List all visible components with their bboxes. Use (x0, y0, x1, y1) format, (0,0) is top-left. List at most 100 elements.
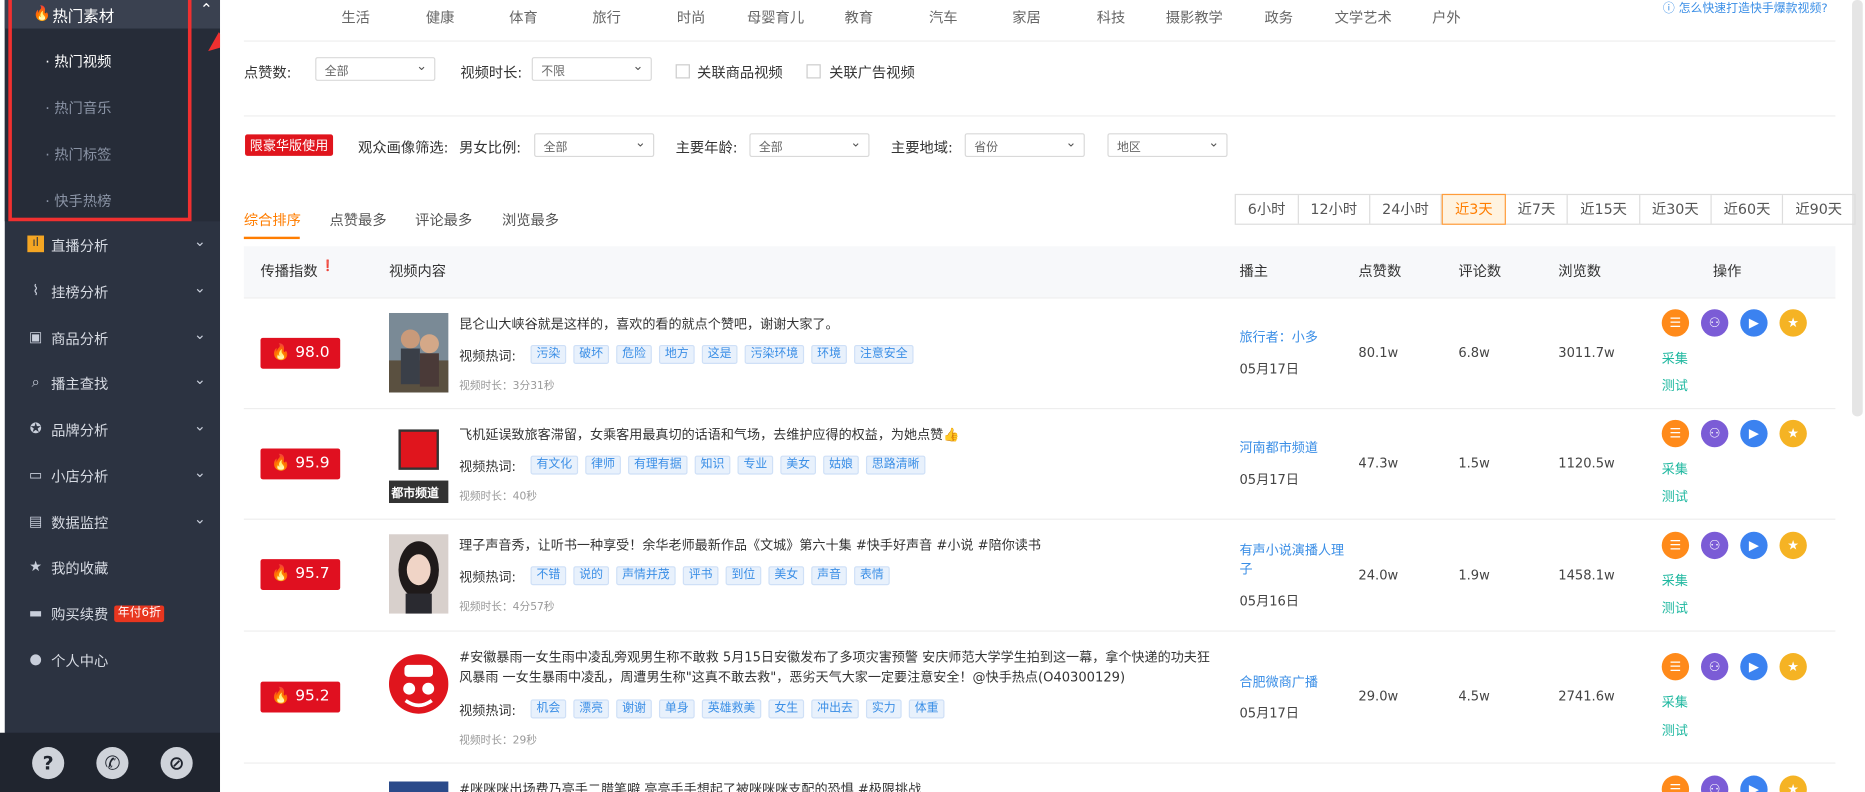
hot-word-tag[interactable]: 漂亮 (573, 699, 610, 719)
detail-icon[interactable]: ☰ (1661, 309, 1690, 337)
likes-select[interactable]: 全部 ⌄ (315, 57, 436, 81)
hot-word-tag[interactable]: 这是 (701, 344, 738, 364)
collect-link[interactable]: 采集 (1662, 349, 1688, 368)
hot-word-tag[interactable]: 冲出去 (811, 699, 859, 719)
sidebar-item-rank[interactable]: ⌇ 挂榜分析 ⌄ (5, 278, 220, 304)
time-tab[interactable]: 近60天 (1712, 195, 1784, 224)
time-tab[interactable]: 近30天 (1640, 195, 1712, 224)
star-icon[interactable]: ★ (1779, 531, 1807, 560)
hot-word-tag[interactable]: 说的 (573, 566, 610, 586)
hot-word-tag[interactable]: 到位 (725, 566, 762, 586)
link-icon[interactable]: ⊘ (160, 747, 193, 780)
collect-link[interactable]: 采集 (1662, 459, 1688, 478)
hot-word-tag[interactable]: 污染 (530, 344, 567, 364)
detail-icon[interactable]: ☰ (1661, 775, 1690, 792)
category-item[interactable]: 摄影教学 (1166, 7, 1223, 27)
collect-link[interactable]: 采集 (1662, 692, 1688, 711)
hot-word-tag[interactable]: 美女 (780, 455, 816, 475)
test-link[interactable]: 测试 (1662, 487, 1688, 506)
category-item[interactable]: 政务 (1264, 7, 1293, 27)
hot-word-tag[interactable]: 声情并茂 (616, 566, 676, 586)
time-tab[interactable]: 近90天 (1783, 195, 1854, 224)
video-thumbnail[interactable] (388, 312, 449, 393)
test-link[interactable]: 测试 (1662, 376, 1688, 395)
hot-word-tag[interactable]: 注意安全 (854, 344, 914, 364)
hot-word-tag[interactable]: 有文化 (530, 455, 579, 475)
category-item[interactable]: 汽车 (929, 7, 958, 27)
video-title[interactable]: #安徽暴雨一女生雨中凌乱旁观男生称不敢救 5月15日安徽发布了多项灾害预警 安庆… (459, 647, 1220, 687)
duration-select[interactable]: 不限 ⌄ (531, 57, 652, 81)
audience-icon[interactable]: ⚇ (1700, 309, 1729, 337)
hot-word-tag[interactable]: 机会 (530, 699, 567, 719)
hot-word-tag[interactable]: 有理有据 (628, 455, 688, 475)
hot-word-tag[interactable]: 污染环境 (744, 344, 805, 364)
category-item[interactable]: 户外 (1432, 7, 1461, 27)
hot-word-tag[interactable]: 美女 (768, 566, 805, 586)
age-select[interactable]: 全部 ⌄ (749, 133, 870, 158)
province-select[interactable]: 省份 ⌄ (964, 133, 1085, 158)
hot-word-tag[interactable]: 思路清晰 (865, 455, 926, 475)
category-item[interactable]: 健康 (426, 7, 455, 27)
ads-checkbox[interactable] (806, 64, 821, 79)
star-icon[interactable]: ★ (1779, 419, 1807, 448)
play-icon[interactable]: ▶ (1740, 653, 1768, 681)
tab-most-likes[interactable]: 点赞最多 (329, 209, 386, 229)
video-thumbnail[interactable]: 都市频道 (388, 423, 449, 504)
detail-icon[interactable]: ☰ (1661, 531, 1690, 560)
video-title[interactable]: #咪咪咪出场费乃亮手二腊笔噼 亮亮手手想起了被咪咪咪支配的恐惧 #极限挑战 (459, 779, 1220, 792)
hot-word-tag[interactable]: 知识 (694, 455, 731, 475)
sidebar-item-shop[interactable]: ▭ 小店分析 ⌄ (5, 463, 220, 489)
hot-word-tag[interactable]: 英雄救美 (701, 699, 762, 719)
hot-word-tag[interactable]: 女生 (768, 699, 805, 719)
collect-link[interactable]: 采集 (1662, 571, 1688, 590)
hot-word-tag[interactable]: 单身 (658, 699, 695, 719)
anchor-name[interactable]: 有声小说演播人理子 (1239, 541, 1346, 579)
play-icon[interactable]: ▶ (1740, 531, 1768, 560)
category-item[interactable]: 时尚 (677, 7, 706, 27)
category-item[interactable]: 文学艺术 (1335, 7, 1392, 27)
category-item[interactable]: 体育 (509, 7, 538, 27)
hot-word-tag[interactable]: 实力 (865, 699, 902, 719)
category-item[interactable]: 家居 (1012, 7, 1041, 27)
hot-word-tag[interactable]: 律师 (585, 455, 621, 475)
sidebar-item-monitor[interactable]: ▤ 数据监控 ⌄ (5, 509, 220, 535)
time-tab[interactable]: 近15天 (1568, 195, 1641, 224)
area-select[interactable]: 地区 ⌄ (1107, 133, 1228, 158)
time-tab-active[interactable]: 近3天 (1441, 193, 1506, 225)
wechat-icon[interactable]: ✆ (96, 747, 129, 780)
play-icon[interactable]: ▶ (1740, 419, 1768, 448)
star-icon[interactable]: ★ (1779, 653, 1807, 681)
time-tab[interactable]: 近7天 (1506, 195, 1569, 224)
test-link[interactable]: 测试 (1662, 721, 1688, 740)
hot-word-tag[interactable]: 表情 (854, 566, 890, 586)
time-tab[interactable]: 6小时 (1236, 195, 1299, 224)
audience-icon[interactable]: ⚇ (1700, 653, 1729, 681)
anchor-name[interactable]: 合肥微商广播 (1239, 673, 1346, 692)
sidebar-item-brand[interactable]: ✪ 品牌分析 ⌄ (5, 416, 220, 442)
time-tab[interactable]: 12小时 (1299, 195, 1371, 224)
category-item[interactable]: 旅行 (592, 7, 621, 27)
video-thumbnail[interactable] (388, 778, 449, 792)
video-title[interactable]: 理子声音秀，让听书一种享受！余华老师最新作品《文城》第六十集 #快手好声音 #小… (459, 535, 1220, 555)
star-icon[interactable]: ★ (1779, 775, 1807, 792)
audience-icon[interactable]: ⚇ (1700, 419, 1729, 448)
hot-word-tag[interactable]: 地方 (658, 344, 695, 364)
sidebar-item-anchor-search[interactable]: ⌕ 播主查找 ⌄ (5, 370, 220, 396)
anchor-name[interactable]: 河南都市频道 (1239, 439, 1346, 458)
help-link[interactable]: ⓘ 怎么快速打造快手爆款视频? (1663, 0, 1828, 15)
hot-word-tag[interactable]: 姑娘 (823, 455, 859, 475)
detail-icon[interactable]: ☰ (1661, 653, 1690, 681)
audience-icon[interactable]: ⚇ (1700, 775, 1729, 792)
help-icon[interactable]: ? (32, 747, 65, 780)
hot-word-tag[interactable]: 体重 (908, 699, 945, 719)
anchor-name[interactable]: 旅行者：小多 (1239, 328, 1346, 347)
sidebar-item-favorites[interactable]: ★ 我的收藏 (5, 554, 220, 580)
play-icon[interactable]: ▶ (1740, 309, 1768, 337)
tab-most-views[interactable]: 浏览最多 (502, 209, 559, 229)
tab-overall[interactable]: 综合排序 (244, 209, 301, 229)
hot-word-tag[interactable]: 破坏 (573, 344, 610, 364)
gender-select[interactable]: 全部 ⌄ (534, 133, 655, 158)
info-icon[interactable]: ❗ (321, 261, 334, 273)
test-link[interactable]: 测试 (1662, 598, 1688, 617)
goods-checkbox[interactable] (675, 64, 690, 79)
